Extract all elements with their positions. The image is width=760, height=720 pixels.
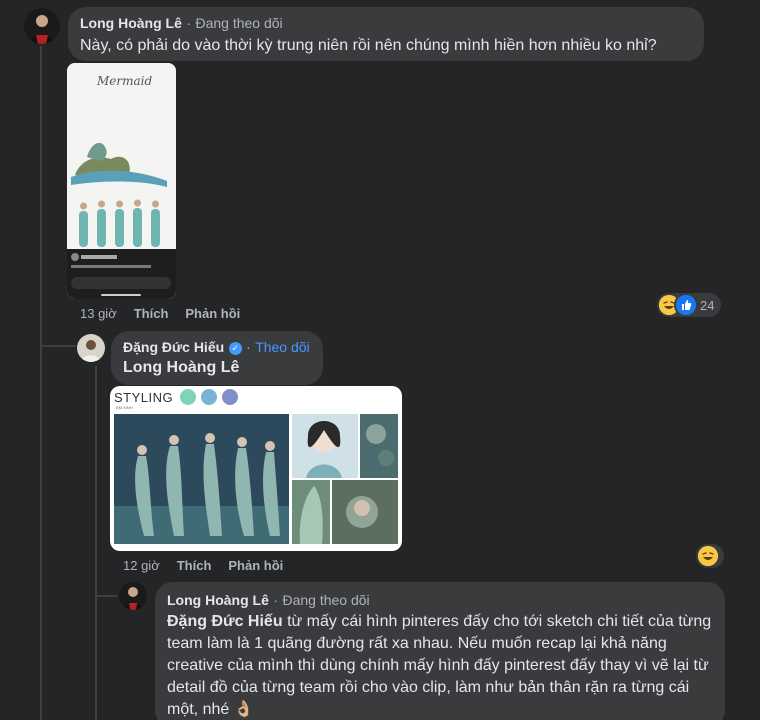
thread-line bbox=[40, 46, 42, 720]
comment-bubble: Đặng Đức Hiếu ✓ · Theo dõi Long Hoàng Lê bbox=[111, 331, 323, 385]
comment-image[interactable]: Mermaid bbox=[67, 63, 176, 299]
user-photo-icon bbox=[24, 8, 60, 44]
separator-dot: · bbox=[273, 592, 279, 608]
comment-time[interactable]: 12 giờ bbox=[123, 558, 160, 573]
mermaid-sketch-image: Mermaid bbox=[67, 63, 176, 299]
mermaid-moodboard-photo bbox=[114, 414, 398, 544]
avatar[interactable] bbox=[119, 582, 147, 610]
verified-badge-icon: ✓ bbox=[228, 342, 242, 355]
reply-button[interactable]: Phản hồi bbox=[185, 306, 240, 321]
comment-author[interactable]: Đặng Đức Hiếu bbox=[123, 339, 224, 355]
thread-line-sub bbox=[95, 366, 97, 720]
reaction-count: 24 bbox=[700, 297, 715, 313]
ok-hand-emoji-icon: 👌🏼 bbox=[233, 701, 254, 718]
mention-link[interactable]: Đặng Đức Hiếu bbox=[167, 613, 283, 630]
mention-link[interactable]: Long Hoàng Lê bbox=[123, 357, 239, 379]
follow-status[interactable]: Đang theo dõi bbox=[195, 15, 282, 31]
user-photo-icon bbox=[77, 334, 105, 362]
follow-button[interactable]: Theo dõi bbox=[255, 339, 309, 355]
comment-bubble: Long Hoàng Lê · Đang theo dõi Đặng Đức H… bbox=[155, 582, 725, 720]
comment-text-block: Đặng Đức Hiếu từ mấy cái hình pinteres đ… bbox=[167, 611, 715, 720]
like-button[interactable]: Thích bbox=[177, 558, 212, 573]
like-thumb-icon bbox=[676, 295, 696, 315]
comment-author[interactable]: Long Hoàng Lê bbox=[167, 592, 269, 608]
laughing-emoji-icon bbox=[698, 546, 718, 566]
comment-author[interactable]: Long Hoàng Lê bbox=[80, 15, 182, 31]
thread-line-branch bbox=[40, 330, 42, 346]
avatar[interactable] bbox=[77, 334, 105, 362]
reply-button[interactable]: Phản hồi bbox=[228, 558, 283, 573]
thread-line-curve bbox=[40, 345, 76, 347]
thread-line-sub-curve bbox=[95, 595, 117, 597]
reaction-summary[interactable] bbox=[696, 544, 724, 568]
follow-status[interactable]: Đang theo dõi bbox=[282, 592, 369, 608]
like-button[interactable]: Thích bbox=[134, 306, 169, 321]
separator-dot: · bbox=[246, 339, 251, 355]
comment-image[interactable]: STYLING EM XINH bbox=[110, 386, 402, 551]
user-photo-icon bbox=[119, 582, 147, 610]
comment-text: Này, có phải do vào thời kỳ trung niên r… bbox=[80, 37, 657, 54]
avatar[interactable] bbox=[24, 8, 60, 44]
comment-bubble: Long Hoàng Lê · Đang theo dõi Này, có ph… bbox=[68, 7, 704, 61]
svg-text:Mermaid: Mermaid bbox=[96, 74, 152, 88]
separator-dot: · bbox=[186, 15, 192, 31]
reaction-summary[interactable]: 24 bbox=[657, 293, 721, 317]
comment-time[interactable]: 13 giờ bbox=[80, 306, 117, 321]
